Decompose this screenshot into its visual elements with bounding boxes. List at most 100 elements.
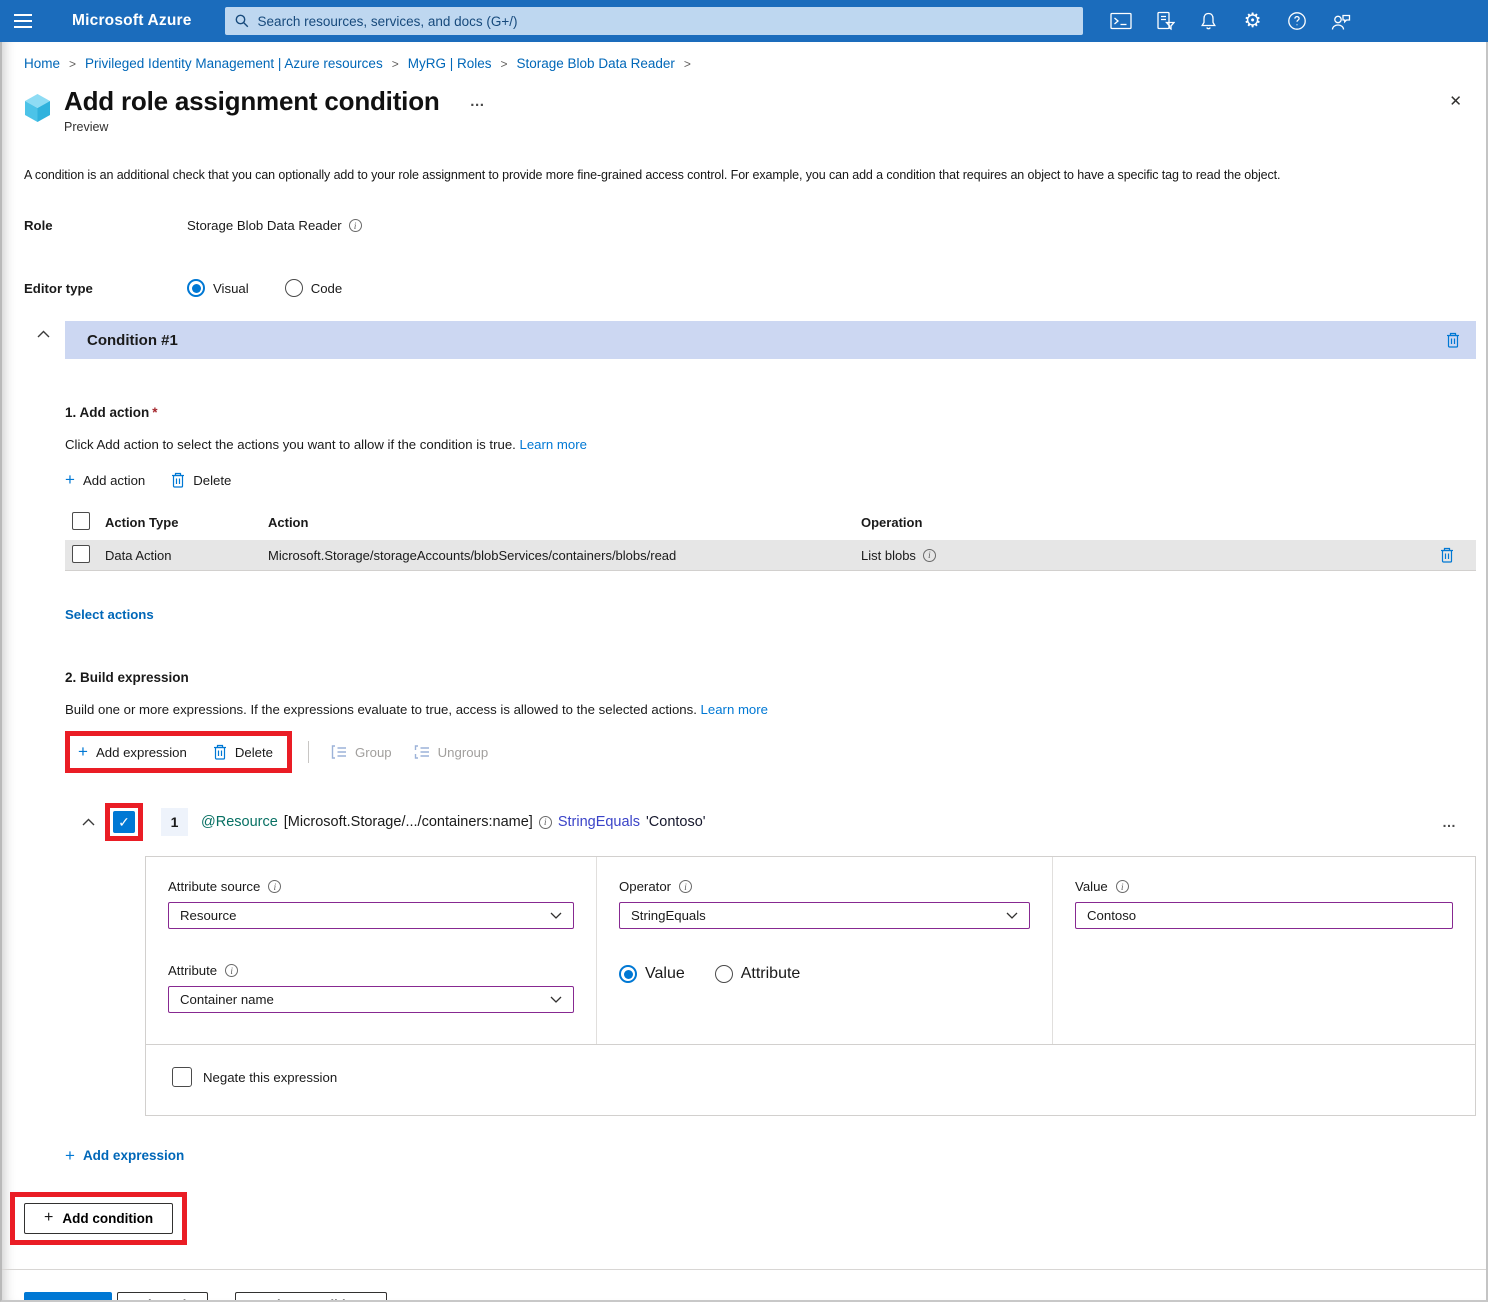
ellipsis-menu-icon[interactable]: … <box>470 93 486 110</box>
toolbar-divider <box>308 741 309 763</box>
azure-brand[interactable]: Microsoft Azure <box>72 12 192 30</box>
search-input[interactable] <box>258 14 1073 29</box>
value-column: Value i <box>1052 857 1475 1044</box>
attribute-label: Attribute <box>168 963 217 978</box>
cloud-shell-icon[interactable] <box>1107 7 1135 35</box>
negate-checkbox[interactable] <box>172 1067 192 1087</box>
operation-info-icon[interactable]: i <box>923 549 936 562</box>
trash-icon <box>171 472 185 488</box>
row-action-type: Data Action <box>105 548 268 563</box>
chevron-down-icon <box>550 996 562 1003</box>
row-checkbox[interactable] <box>72 545 90 563</box>
hamburger-menu-icon[interactable] <box>12 7 40 35</box>
attribute-dropdown[interactable]: Container name <box>168 986 574 1013</box>
negate-label: Negate this expression <box>203 1070 337 1085</box>
add-expression-link[interactable]: + Add expression <box>65 1148 184 1163</box>
operator-column: Operator i StringEquals Value <box>596 857 1052 1044</box>
radio-unselected-icon <box>715 965 733 983</box>
role-label: Role <box>24 218 187 233</box>
editor-type-option-code[interactable]: Code <box>285 279 343 297</box>
breadcrumb-separator: > <box>501 57 508 71</box>
build-expression-learn-more-link[interactable]: Learn more <box>701 702 768 717</box>
role-field-row: Role Storage Blob Data Reader i <box>24 218 1476 233</box>
operator-dropdown[interactable]: StringEquals <box>619 902 1030 929</box>
annotation-box-checkbox: ✓ <box>105 803 143 841</box>
add-expression-button[interactable]: + Add expression <box>78 745 187 760</box>
directory-filter-icon[interactable] <box>1151 7 1179 35</box>
breadcrumb-home[interactable]: Home <box>24 56 60 71</box>
role-info-icon[interactable]: i <box>349 219 362 232</box>
delete-condition-trash-icon[interactable] <box>1446 332 1460 348</box>
negate-expression-row: Negate this expression <box>146 1044 1475 1115</box>
breadcrumb-separator: > <box>69 57 76 71</box>
attribute-source-column: Attribute source i Resource Attribute i … <box>146 857 596 1044</box>
value-input[interactable] <box>1075 902 1453 929</box>
row-operation: List blobs <box>861 548 916 563</box>
operator-info-icon[interactable]: i <box>679 880 692 893</box>
add-action-description: Click Add action to select the actions y… <box>65 437 516 452</box>
row-action-path: Microsoft.Storage/storageAccounts/blobSe… <box>268 548 861 563</box>
notifications-bell-icon[interactable] <box>1195 7 1223 35</box>
expression-editor-panel: Attribute source i Resource Attribute i … <box>145 856 1476 1116</box>
page-header: Add role assignment condition … Preview … <box>24 86 1476 134</box>
condition-title: Condition #1 <box>87 332 178 349</box>
add-action-section: 1. Add action* Click Add action to selec… <box>65 405 1476 624</box>
delete-row-trash-icon[interactable] <box>1440 547 1476 563</box>
editor-type-row: Editor type Visual Code <box>24 279 1476 297</box>
expression-checkbox[interactable]: ✓ <box>113 811 135 833</box>
radio-unselected-icon <box>285 279 303 297</box>
breadcrumb-separator: > <box>684 57 691 71</box>
page-body: Home > Privileged Identity Management | … <box>0 42 1488 1302</box>
build-expression-description: Build one or more expressions. If the ex… <box>65 702 697 717</box>
expression-info-icon[interactable]: i <box>539 816 552 829</box>
group-button[interactable]: Group <box>331 745 392 760</box>
compare-option-attribute[interactable]: Attribute <box>715 965 801 983</box>
attribute-source-label: Attribute source <box>168 879 260 894</box>
group-icon <box>331 745 347 759</box>
feedback-icon[interactable] <box>1327 7 1355 35</box>
compare-type-radio-group: Value Attribute <box>619 965 1030 983</box>
plus-icon: + <box>65 1149 75 1163</box>
actions-table: Action Type Action Operation Data Action… <box>65 504 1476 571</box>
condition-header[interactable]: Condition #1 <box>65 321 1476 359</box>
delete-condition-button[interactable]: Delete condition <box>235 1292 387 1302</box>
breadcrumb-storage-blob-data-reader[interactable]: Storage Blob Data Reader <box>517 56 675 71</box>
ungroup-button[interactable]: Ungroup <box>414 745 489 760</box>
breadcrumb-myrg-roles[interactable]: MyRG | Roles <box>408 56 492 71</box>
add-action-heading: 1. Add action <box>65 405 149 420</box>
select-all-checkbox[interactable] <box>72 512 90 530</box>
settings-gear-icon[interactable]: ⚙ <box>1239 7 1267 35</box>
expression-value-token: 'Contoso' <box>646 814 706 830</box>
attribute-source-dropdown[interactable]: Resource <box>168 902 574 929</box>
annotation-box-add-expression: + Add expression Delete <box>65 731 292 773</box>
breadcrumb: Home > Privileged Identity Management | … <box>24 42 1476 71</box>
close-icon[interactable]: ✕ <box>1449 92 1462 110</box>
column-action: Action <box>268 515 861 530</box>
expression-ellipsis-menu[interactable]: … <box>1442 814 1458 830</box>
attribute-info-icon[interactable]: i <box>225 964 238 977</box>
plus-icon: + <box>44 1211 53 1225</box>
delete-action-button[interactable]: Delete <box>171 472 231 488</box>
value-info-icon[interactable]: i <box>1116 880 1129 893</box>
breadcrumb-pim[interactable]: Privileged Identity Management | Azure r… <box>85 56 383 71</box>
footer-action-bar: Save Discard Delete condition <box>24 1292 1476 1302</box>
save-button[interactable]: Save <box>24 1292 112 1302</box>
add-action-learn-more-link[interactable]: Learn more <box>520 437 587 452</box>
select-actions-link[interactable]: Select actions <box>65 607 154 622</box>
add-condition-button[interactable]: + Add condition <box>24 1203 173 1234</box>
compare-option-value[interactable]: Value <box>619 965 685 983</box>
expression-path-token: [Microsoft.Storage/.../containers:name] <box>284 814 533 830</box>
search-icon <box>235 14 249 28</box>
attribute-source-info-icon[interactable]: i <box>268 880 281 893</box>
delete-expression-button[interactable]: Delete <box>213 744 273 760</box>
topbar-icon-group: ⚙ <box>1107 7 1355 35</box>
condition-collapse-chevron-icon[interactable] <box>24 321 65 359</box>
editor-type-option-visual[interactable]: Visual <box>187 279 249 297</box>
expression-collapse-chevron-icon[interactable] <box>82 818 95 826</box>
azure-top-bar: Microsoft Azure ⚙ <box>0 0 1488 42</box>
add-action-button[interactable]: + Add action <box>65 473 145 488</box>
global-search[interactable] <box>225 7 1083 35</box>
help-icon[interactable] <box>1283 7 1311 35</box>
footer-divider <box>2 1269 1486 1270</box>
discard-button[interactable]: Discard <box>117 1292 208 1302</box>
